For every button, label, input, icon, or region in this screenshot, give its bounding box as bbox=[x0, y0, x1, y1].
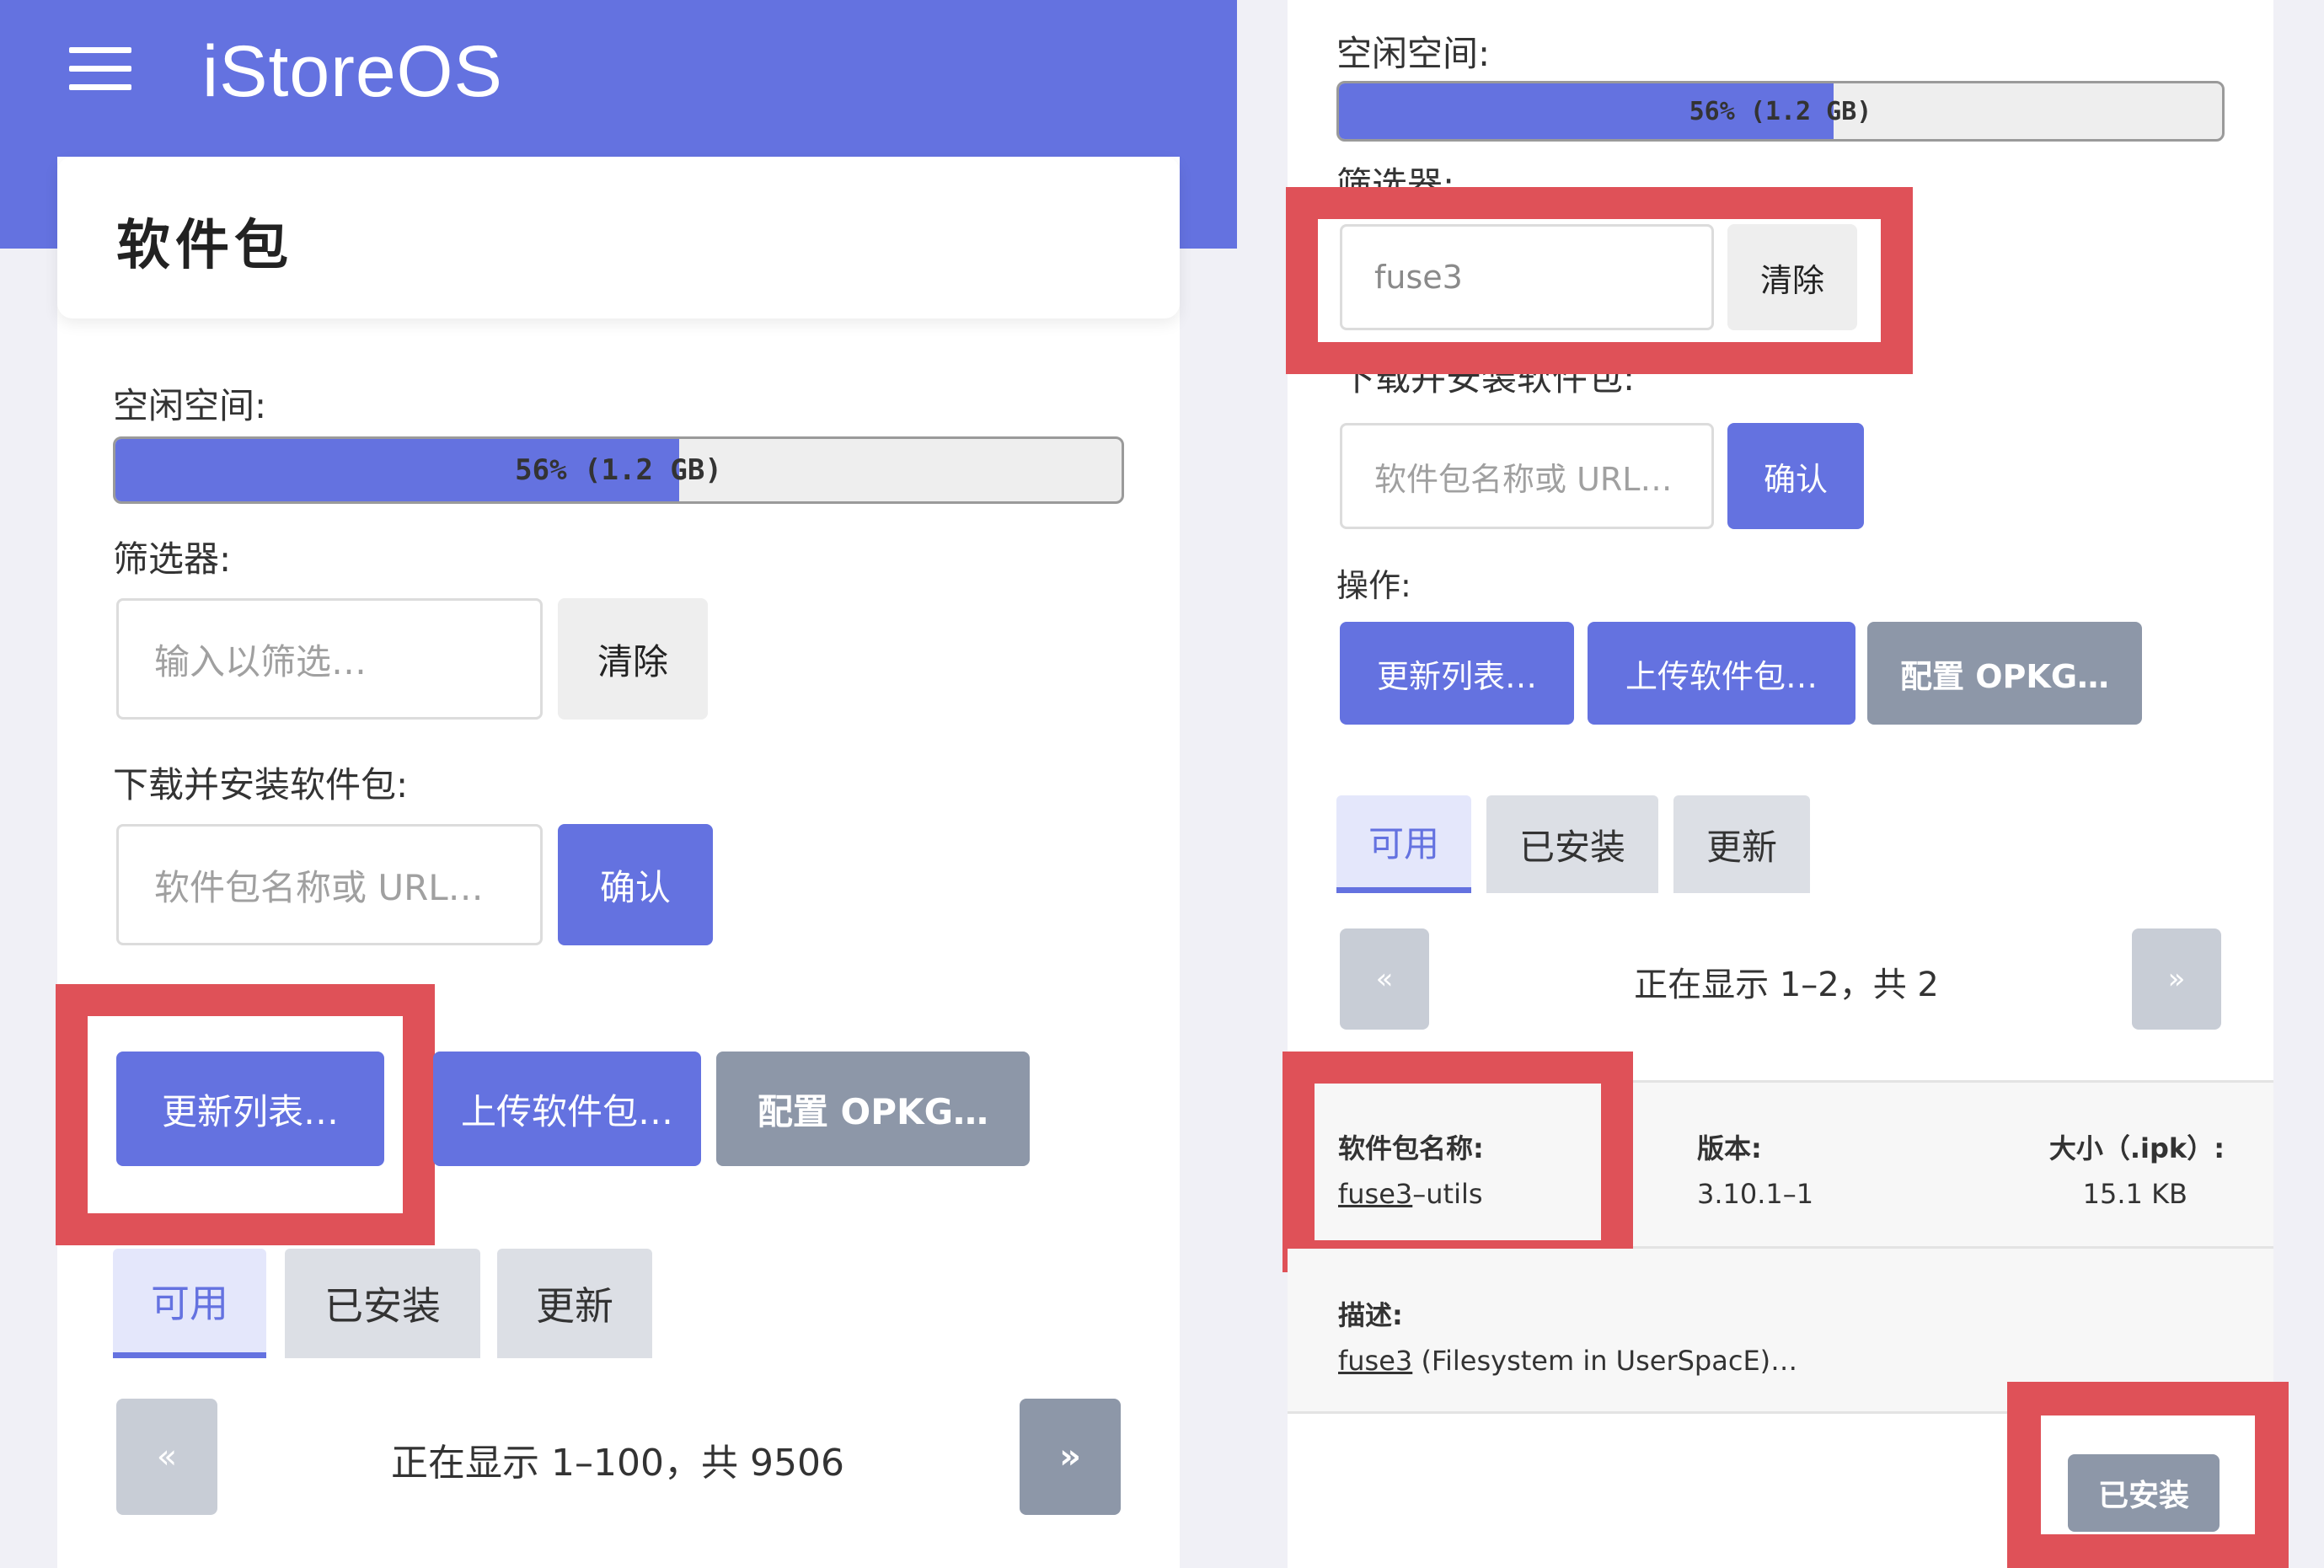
hamburger-menu-icon[interactable] bbox=[69, 47, 131, 90]
progress-text: 56% (1.2 GB) bbox=[1689, 96, 1872, 126]
pager-prev-button[interactable]: « bbox=[1340, 928, 1429, 1030]
tab-updates[interactable]: 更新 bbox=[1673, 795, 1810, 893]
free-space-label: 空闲空间: bbox=[113, 385, 267, 426]
configure-opkg-button[interactable]: 配置 OPKG… bbox=[1867, 622, 2142, 725]
filter-label: 筛选器: bbox=[113, 538, 232, 580]
install-label: 下载并安装软件包: bbox=[113, 764, 409, 805]
package-url-input[interactable]: 软件包名称或 URL… bbox=[116, 824, 543, 945]
package-size: 15.1 KB bbox=[2082, 1178, 2187, 1210]
free-space-progress: 56% (1.2 GB) bbox=[113, 436, 1124, 504]
installed-button[interactable]: 已安装 bbox=[2068, 1454, 2220, 1532]
filter-input[interactable]: fuse3 bbox=[1340, 224, 1714, 330]
package-version: 3.10.1–1 bbox=[1697, 1178, 1814, 1210]
brand-logo[interactable]: iStoreOS bbox=[202, 30, 503, 114]
version-label: 版本: bbox=[1697, 1132, 1762, 1164]
pager-status-text: 正在显示 1–2，共 2 bbox=[1634, 966, 1939, 1004]
configure-opkg-button[interactable]: 配置 OPKG… bbox=[716, 1052, 1030, 1166]
size-label: 大小（.ipk）: bbox=[2048, 1132, 2225, 1164]
tab-available[interactable]: 可用 bbox=[113, 1249, 266, 1358]
filter-label: 筛选器: bbox=[1336, 164, 1455, 187]
free-space-progress: 56% (1.2 GB) bbox=[1336, 81, 2225, 142]
clear-button[interactable]: 清除 bbox=[1727, 224, 1857, 330]
package-description: fuse3 (Filesystem in UserSpacE)… bbox=[1338, 1345, 1797, 1377]
upload-package-button[interactable]: 上传软件包… bbox=[1588, 622, 1855, 725]
tab-installed[interactable]: 已安装 bbox=[1486, 795, 1658, 893]
actions-label: 操作: bbox=[1336, 567, 1411, 604]
pager-next-button[interactable]: » bbox=[2132, 928, 2221, 1030]
description-text: (Filesystem in UserSpacE)… bbox=[1412, 1345, 1798, 1377]
tab-updates[interactable]: 更新 bbox=[497, 1249, 652, 1358]
pager-prev-button[interactable]: « bbox=[116, 1399, 217, 1515]
clear-button[interactable]: 清除 bbox=[558, 598, 708, 720]
free-space-label: 空闲空间: bbox=[1336, 33, 1491, 74]
filter-input[interactable]: 输入以筛选… bbox=[116, 598, 543, 720]
upload-package-button[interactable]: 上传软件包… bbox=[433, 1052, 701, 1166]
update-list-button[interactable]: 更新列表… bbox=[1340, 622, 1574, 725]
confirm-button[interactable]: 确认 bbox=[558, 824, 713, 945]
confirm-button[interactable]: 确认 bbox=[1727, 423, 1864, 529]
pager-status-text: 正在显示 1–100，共 9506 bbox=[391, 1442, 844, 1485]
tab-available[interactable]: 可用 bbox=[1336, 795, 1471, 893]
tab-installed[interactable]: 已安装 bbox=[285, 1249, 480, 1358]
description-link[interactable]: fuse3 bbox=[1338, 1345, 1412, 1377]
highlight-box bbox=[1282, 1052, 1633, 1272]
update-list-button[interactable]: 更新列表… bbox=[116, 1052, 384, 1166]
pager-next-button[interactable]: » bbox=[1020, 1399, 1121, 1515]
install-label: 下载并安装软件包: bbox=[1340, 374, 1636, 399]
progress-text: 56% (1.2 GB) bbox=[515, 453, 722, 487]
description-label: 描述: bbox=[1338, 1299, 1403, 1331]
package-url-input[interactable]: 软件包名称或 URL… bbox=[1340, 423, 1714, 529]
page-title: 软件包 bbox=[116, 215, 293, 277]
